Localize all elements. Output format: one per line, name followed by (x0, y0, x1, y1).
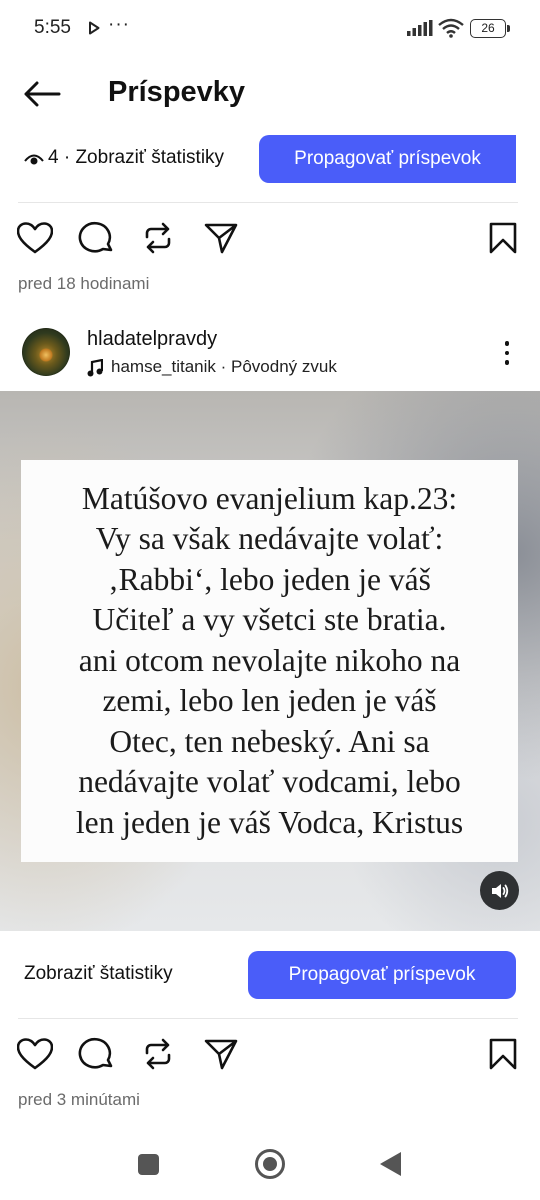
more-dot (504, 360, 510, 365)
wifi-icon (438, 18, 464, 38)
media-play-icon (89, 21, 100, 35)
audio-label[interactable]: hamse_titanik · Pôvodný zvuk (111, 357, 337, 377)
system-back-button[interactable] (380, 1152, 401, 1176)
divider (18, 202, 518, 203)
comment-button[interactable] (77, 1035, 115, 1073)
post-header: hladatelpravdy hamse_titanik · Pôvodný z… (0, 322, 540, 384)
more-dot (504, 350, 510, 356)
bookmark-icon (489, 1038, 517, 1070)
view-stats-link[interactable]: Zobraziť štatistiky (24, 963, 173, 985)
like-button[interactable] (16, 1035, 54, 1073)
sound-toggle-button[interactable] (480, 871, 519, 910)
status-bar: 5:55 ··· 26 (0, 0, 540, 60)
divider (18, 1018, 518, 1019)
status-time: 5:55 (34, 17, 71, 38)
save-button[interactable] (484, 219, 522, 257)
page-title: Príspevky (108, 76, 246, 108)
heart-icon (17, 222, 53, 254)
quote-line: ‚Rabbi‘, lebo jeden je váš (108, 561, 431, 597)
recents-button[interactable] (138, 1154, 159, 1175)
system-nav-bar (0, 1130, 540, 1200)
comment-icon (78, 1037, 113, 1069)
quote-line: Učiteľ a vy všetci ste bratia. (92, 602, 447, 638)
status-more-icon: ··· (108, 14, 130, 35)
back-button[interactable] (20, 76, 64, 112)
view-stats-link[interactable]: 4 · Zobraziť štatistiky (48, 147, 224, 169)
comment-button[interactable] (77, 219, 115, 257)
header: Príspevky (0, 62, 540, 126)
quote-line: Matúšovo evanjelium kap.23: (81, 480, 458, 516)
save-button[interactable] (484, 1035, 522, 1073)
more-options-button[interactable] (494, 336, 520, 370)
eye-icon (24, 154, 44, 165)
more-dot (504, 341, 510, 346)
arrow-left-icon (24, 81, 61, 107)
share-button[interactable] (202, 219, 240, 257)
comment-icon (78, 221, 113, 253)
post-stats-row: Zobraziť štatistiky Propagovať príspevok (0, 949, 540, 1003)
repost-icon (145, 222, 171, 254)
music-note-icon (87, 359, 103, 377)
repost-button[interactable] (139, 1035, 177, 1073)
quote-card: Matúšovo evanjelium kap.23: Vy sa však n… (21, 460, 518, 862)
heart-icon (17, 1038, 53, 1070)
signal-icon (407, 20, 433, 36)
post-timestamp: pred 18 hodinami (18, 274, 150, 293)
share-button[interactable] (202, 1035, 240, 1073)
repost-button[interactable] (139, 219, 177, 257)
like-button[interactable] (16, 219, 54, 257)
bookmark-icon (489, 222, 517, 254)
username[interactable]: hladatelpravdy (87, 328, 217, 351)
send-icon (204, 223, 238, 254)
send-icon (204, 1039, 238, 1070)
quote-line: ani otcom nevolajte nikoho na (78, 642, 461, 678)
previous-post-actions (0, 217, 540, 261)
quote-line: Vy sa však nedávajte volať: (95, 521, 444, 557)
post-timestamp: pred 3 minútami (18, 1090, 140, 1109)
repost-icon (145, 1038, 171, 1070)
battery-indicator: 26 (470, 19, 510, 38)
promote-post-button[interactable]: Propagovať príspevok (248, 951, 516, 999)
promote-post-button[interactable]: Propagovať príspevok (259, 135, 516, 183)
avatar[interactable] (22, 328, 70, 376)
quote-line: zemi, lebo len jeden je váš (102, 683, 437, 719)
post-media[interactable]: Matúšovo evanjelium kap.23: Vy sa však n… (0, 391, 540, 931)
quote-line: Otec, ten nebeský. Ani sa (109, 723, 430, 759)
quote-line: nedávajte volať vodcami, lebo (78, 764, 461, 800)
speaker-icon (491, 883, 508, 898)
quote-line: len jeden je váš Vodca, Kristus (75, 804, 464, 840)
previous-post-stats-row: 4 · Zobraziť štatistiky Propagovať prísp… (0, 134, 540, 186)
home-button[interactable] (255, 1149, 285, 1179)
post-actions (0, 1033, 540, 1077)
